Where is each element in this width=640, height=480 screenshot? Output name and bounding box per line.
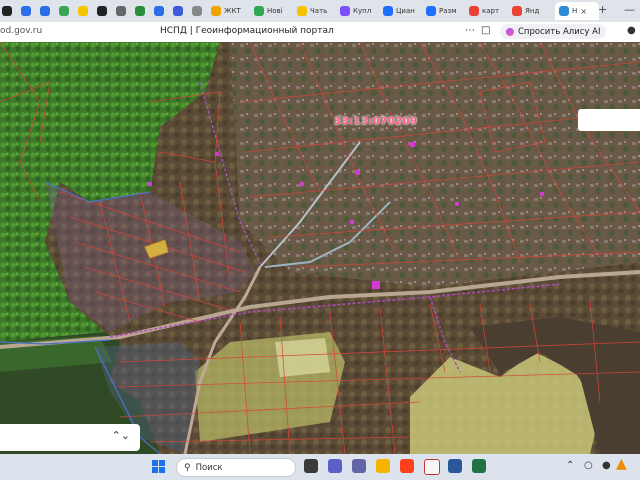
browser-tab[interactable]: ЖКТ — [211, 2, 251, 20]
browser-tab[interactable]: Янд — [512, 2, 552, 20]
browser-tab[interactable] — [173, 2, 189, 20]
calendar-icon — [21, 6, 31, 16]
browser-tab[interactable]: Купл — [340, 2, 380, 20]
bookmark-icon[interactable]: □ — [481, 25, 490, 36]
browser-tab-label: карт — [482, 7, 500, 15]
browser-tab-label: Н — [572, 7, 578, 15]
browser-tab[interactable] — [2, 2, 18, 20]
microphone-tray-icon[interactable]: ● — [602, 460, 611, 471]
map-control-panel[interactable] — [578, 109, 640, 131]
document-icon — [116, 6, 126, 16]
cian-icon — [426, 6, 436, 16]
browser-tab[interactable]: Разм — [426, 2, 466, 20]
browser-tab-label: ЖКТ — [224, 7, 241, 15]
tray-overflow-icon[interactable]: ⌃ — [566, 460, 574, 471]
browser-tab-strip: ЖКТ Нові Чать Купл Циан Разм карт Янд Н × + — — [0, 0, 640, 22]
teams-icon[interactable] — [352, 459, 366, 473]
new-tab-button[interactable]: + — [598, 3, 607, 16]
file-explorer-icon[interactable] — [376, 459, 390, 473]
browser-tab[interactable] — [192, 2, 208, 20]
browser-tab[interactable]: Н × — [555, 2, 599, 20]
taskbar-search[interactable]: ⚲ Поиск — [176, 458, 296, 477]
windows-taskbar: ⚲ Поиск ⌃ ○ ● ▲ — [0, 454, 640, 480]
chat-icon — [40, 6, 50, 16]
task-view-icon[interactable] — [304, 459, 318, 473]
yandex-icon[interactable] — [400, 459, 414, 473]
browser-tab-label: Янд — [525, 7, 540, 15]
map-pin-icon — [512, 6, 522, 16]
satellite-map[interactable] — [0, 42, 640, 454]
map-icon — [559, 6, 569, 16]
map-view[interactable]: 33:13:070209 ⌃⌄ — [0, 42, 640, 454]
cian-icon — [383, 6, 393, 16]
microphone-icon[interactable]: ● — [627, 25, 636, 36]
browser-tab-label: Купл — [353, 7, 372, 15]
browser-tab-label: Циан — [396, 7, 415, 15]
search-icon: ⚲ — [184, 462, 191, 473]
address-bar: od.gov.ru НСПД | Геоинформационный порта… — [0, 22, 640, 43]
browser-tab[interactable] — [116, 2, 132, 20]
word-icon[interactable] — [448, 459, 462, 473]
gallery-icon — [154, 6, 164, 16]
browser-tab[interactable] — [59, 2, 75, 20]
browser-tab[interactable]: Нові — [254, 2, 294, 20]
network-icon[interactable]: ○ — [584, 460, 593, 471]
pin-icon — [2, 6, 12, 16]
browser-tab-label: Чать — [310, 7, 328, 15]
more-icon[interactable]: ⋯ — [465, 25, 475, 36]
market-icon — [340, 6, 350, 16]
browser-tab[interactable] — [135, 2, 151, 20]
minimize-icon[interactable]: — — [624, 3, 635, 16]
browser-tab[interactable] — [78, 2, 94, 20]
alice-icon — [506, 27, 514, 36]
page-title: НСПД | Геоинформационный портал — [160, 26, 334, 36]
circle-icon — [192, 6, 202, 16]
browser-tab-label: Нові — [267, 7, 283, 15]
url-field[interactable]: od.gov.ru — [0, 26, 42, 36]
browser-tab[interactable] — [21, 2, 37, 20]
excel-icon[interactable] — [472, 459, 486, 473]
map-pin-icon — [469, 6, 479, 16]
layer-select[interactable]: ⌃⌄ — [0, 424, 140, 451]
windows-start-icon[interactable] — [152, 460, 165, 473]
browser-tab[interactable]: Чать — [297, 2, 337, 20]
chevron-updown-icon: ⌃⌄ — [111, 429, 130, 442]
browser-tab[interactable]: Циан — [383, 2, 423, 20]
article-icon — [211, 6, 221, 16]
browser-tab[interactable] — [40, 2, 56, 20]
taskbar-search-label: Поиск — [195, 462, 223, 473]
refresh-icon — [254, 6, 264, 16]
yandex-browser-icon[interactable] — [424, 459, 440, 475]
sync-icon — [59, 6, 69, 16]
ask-alice-label: Спросить Алису AI — [518, 26, 601, 37]
yandex-eye-icon — [297, 6, 307, 16]
video-call-icon[interactable] — [328, 459, 342, 473]
shield-icon — [135, 6, 145, 16]
cadastral-number-label[interactable]: 33:13:070209 — [334, 116, 418, 127]
browser-tab[interactable]: карт — [469, 2, 509, 20]
browser-tab[interactable] — [154, 2, 170, 20]
browser-tab-label: Разм — [439, 7, 457, 15]
close-tab-icon[interactable]: × — [580, 7, 587, 16]
mail-icon — [173, 6, 183, 16]
browser-tab[interactable] — [97, 2, 113, 20]
yandex-eye-icon — [78, 6, 88, 16]
ask-alice-button[interactable]: Спросить Алису AI — [500, 24, 607, 39]
notification-icon[interactable]: ▲ — [616, 456, 627, 472]
arrow-icon — [97, 6, 107, 16]
